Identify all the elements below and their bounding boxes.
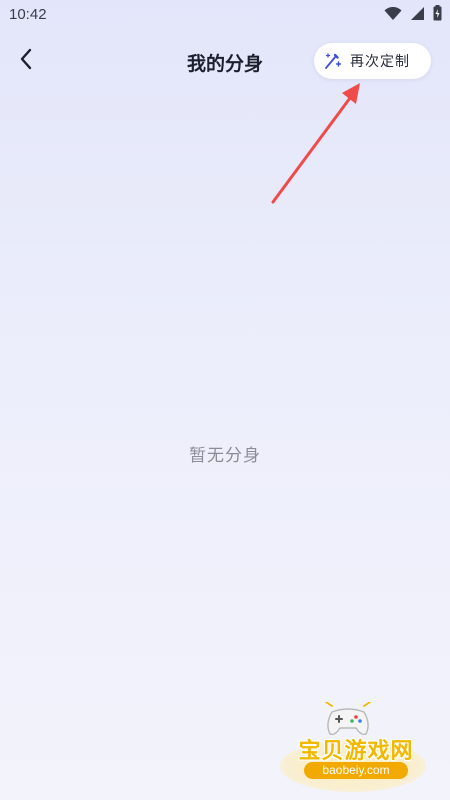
- wifi-icon: [384, 6, 402, 25]
- status-icons: [384, 5, 442, 25]
- annotation-arrow: [260, 80, 370, 210]
- status-bar: 10:42: [0, 0, 450, 32]
- watermark-domain: baobeiy.com: [304, 762, 408, 779]
- watermark-title: 宝贝游戏网: [298, 739, 414, 764]
- header: 我的分身 再次定制: [0, 36, 450, 86]
- status-time: 10:42: [9, 6, 47, 23]
- battery-icon: [433, 5, 442, 25]
- recustomize-button-label: 再次定制: [350, 54, 410, 70]
- recustomize-button[interactable]: 再次定制: [314, 43, 431, 79]
- magic-wand-icon: [324, 52, 342, 70]
- empty-state-text: 暂无分身: [189, 446, 261, 466]
- watermark-logo: 宝贝游戏网 baobeiy.com: [276, 700, 446, 796]
- signal-icon: [410, 6, 425, 25]
